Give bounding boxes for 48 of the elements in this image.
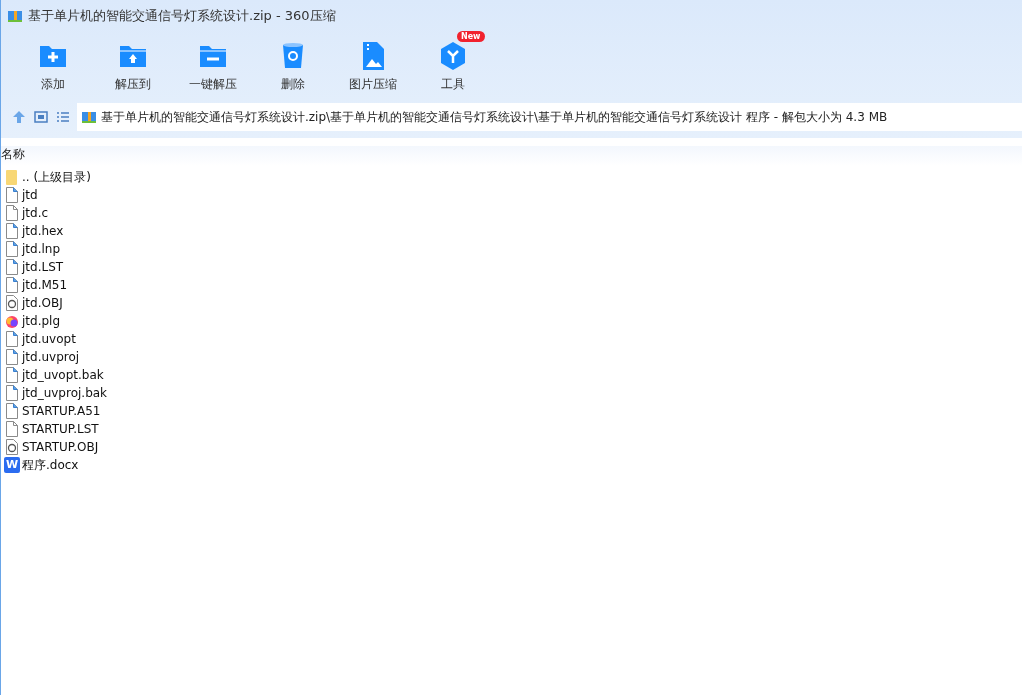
file-icon bbox=[4, 385, 20, 401]
file-name[interactable]: jtd.LST bbox=[22, 260, 64, 274]
toolbar-button[interactable]: 解压到 bbox=[93, 30, 173, 100]
color-wheel-icon bbox=[4, 313, 20, 329]
file-icon bbox=[4, 421, 20, 437]
file-name[interactable]: jtd.plg bbox=[22, 314, 61, 328]
file-name[interactable]: STARTUP.LST bbox=[22, 422, 99, 436]
file-name[interactable]: jtd.OBJ bbox=[22, 296, 63, 310]
file-icon bbox=[4, 277, 20, 293]
word-document-icon: W bbox=[4, 457, 20, 473]
file-name[interactable]: jtd.uvproj bbox=[22, 350, 80, 364]
archive-icon bbox=[7, 8, 23, 24]
file-icon bbox=[4, 241, 20, 257]
file-name[interactable]: jtd_uvopt.bak bbox=[22, 368, 104, 382]
file-name[interactable]: jtd.lnp bbox=[22, 242, 61, 256]
folder-icon bbox=[4, 169, 20, 185]
archive-icon bbox=[81, 109, 97, 125]
thumbnail-view-icon[interactable] bbox=[33, 109, 49, 125]
toolbar-button[interactable]: 删除 bbox=[253, 30, 333, 100]
file-name[interactable]: .. (上级目录) bbox=[22, 168, 91, 186]
toolbar-button[interactable]: 图片压缩 bbox=[333, 30, 413, 100]
address-path: 基于单片机的智能交通信号灯系统设计.zip\基于单片机的智能交通信号灯系统设计\基于单片机的智能交通信号灯系统设计 程序 - 解包大小为 4.3 MB bbox=[101, 108, 888, 126]
window-title: 基于单片机的智能交通信号灯系统设计.zip - 360压缩 bbox=[28, 7, 336, 25]
column-header[interactable]: 名称 bbox=[1, 147, 25, 161]
file-icon bbox=[4, 259, 20, 275]
toolbar-button[interactable]: New 工具 bbox=[413, 30, 493, 100]
toolbar-button[interactable]: 一键解压 bbox=[173, 30, 253, 100]
file-name[interactable]: jtd bbox=[22, 188, 38, 202]
file-name[interactable]: jtd.uvopt bbox=[22, 332, 76, 346]
file-icon bbox=[4, 349, 20, 365]
file-name[interactable]: jtd.c bbox=[22, 206, 49, 220]
file-name[interactable]: jtd_uvproj.bak bbox=[22, 386, 108, 400]
file-name[interactable]: jtd.M51 bbox=[22, 278, 68, 292]
file-name[interactable]: jtd.hex bbox=[22, 224, 64, 238]
address-bar[interactable]: 基于单片机的智能交通信号灯系统设计.zip\基于单片机的智能交通信号灯系统设计\基于单片机的智能交通信号灯系统设计 程序 - 解包大小为 4.3 MB bbox=[77, 103, 1022, 131]
up-arrow-icon[interactable] bbox=[11, 109, 27, 125]
file-name[interactable]: 程序.docx bbox=[22, 456, 79, 474]
file-name[interactable]: STARTUP.A51 bbox=[22, 404, 101, 418]
list-view-icon[interactable] bbox=[55, 109, 71, 125]
file-icon bbox=[4, 205, 20, 221]
file-name[interactable]: STARTUP.OBJ bbox=[22, 440, 99, 454]
toolbar-button[interactable]: 添加 bbox=[13, 30, 93, 100]
file-icon bbox=[4, 403, 20, 419]
file-icon bbox=[4, 223, 20, 239]
new-badge: New bbox=[457, 31, 485, 42]
file-icon bbox=[4, 187, 20, 203]
file-icon bbox=[4, 367, 20, 383]
file-icon bbox=[4, 331, 20, 347]
